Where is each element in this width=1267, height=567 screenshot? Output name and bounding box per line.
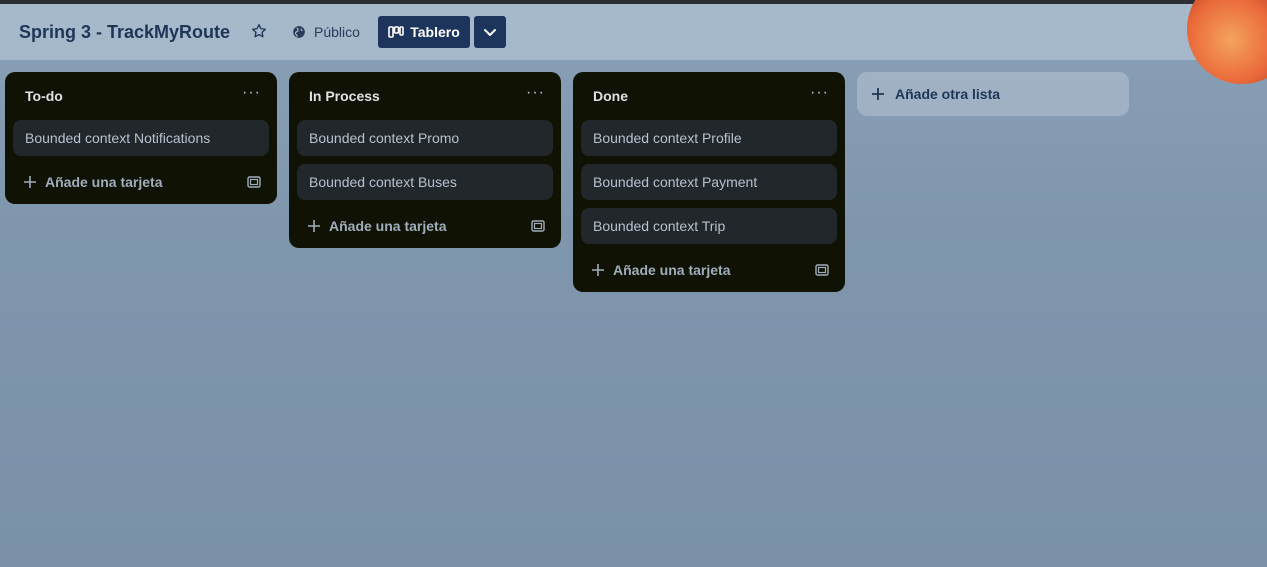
list-header: To-do ··· (13, 80, 269, 112)
list-header: Done ··· (581, 80, 837, 112)
board-view-button[interactable]: Tablero (378, 16, 470, 48)
list-done: Done ··· Bounded context Profile Bounded… (573, 72, 845, 292)
add-card-row: Añade una tarjeta (581, 252, 837, 288)
list-title[interactable]: In Process (309, 88, 380, 104)
add-card-label: Añade una tarjeta (613, 262, 731, 278)
plus-icon (308, 220, 320, 232)
card-template-icon[interactable] (815, 263, 829, 277)
board-icon (388, 26, 405, 38)
card[interactable]: Bounded context Profile (581, 120, 837, 156)
plus-icon (24, 176, 36, 188)
view-dropdown-button[interactable] (474, 16, 506, 48)
list-header: In Process ··· (297, 80, 553, 112)
list-in-process: In Process ··· Bounded context Promo Bou… (289, 72, 561, 248)
star-icon[interactable] (250, 22, 268, 40)
card[interactable]: Bounded context Notifications (13, 120, 269, 156)
card[interactable]: Bounded context Buses (297, 164, 553, 200)
add-list-button[interactable]: Añade otra lista (857, 72, 1129, 116)
card[interactable]: Bounded context Payment (581, 164, 837, 200)
plus-icon (872, 88, 884, 100)
card-template-icon[interactable] (247, 175, 261, 189)
board-header: Spring 3 - TrackMyRoute Público Tablero (0, 0, 1267, 84)
add-card-button[interactable]: Añade una tarjeta (591, 262, 730, 278)
card[interactable]: Bounded context Promo (297, 120, 553, 156)
list-title[interactable]: Done (593, 88, 628, 104)
add-card-row: Añade una tarjeta (13, 164, 269, 200)
more-icon[interactable]: ··· (810, 85, 829, 107)
add-card-label: Añade una tarjeta (45, 174, 163, 190)
visibility-button[interactable]: Público (292, 24, 360, 40)
add-card-button[interactable]: Añade una tarjeta (23, 174, 162, 190)
visibility-label: Público (314, 24, 360, 40)
add-list-label: Añade otra lista (895, 86, 1001, 102)
chevron-down-icon (484, 29, 496, 36)
globe-icon (293, 26, 305, 38)
more-icon[interactable]: ··· (242, 85, 261, 107)
board-background-decoration (1187, 0, 1267, 84)
more-icon[interactable]: ··· (526, 85, 545, 107)
plus-icon (592, 264, 604, 276)
card[interactable]: Bounded context Trip (581, 208, 837, 244)
add-card-row: Añade una tarjeta (297, 208, 553, 244)
list-to-do: To-do ··· Bounded context Notifications … (5, 72, 277, 204)
add-card-label: Añade una tarjeta (329, 218, 447, 234)
card-template-icon[interactable] (531, 219, 545, 233)
board-view-label: Tablero (410, 24, 460, 40)
add-card-button[interactable]: Añade una tarjeta (307, 218, 446, 234)
board-title[interactable]: Spring 3 - TrackMyRoute (19, 22, 230, 43)
list-title[interactable]: To-do (25, 88, 63, 104)
